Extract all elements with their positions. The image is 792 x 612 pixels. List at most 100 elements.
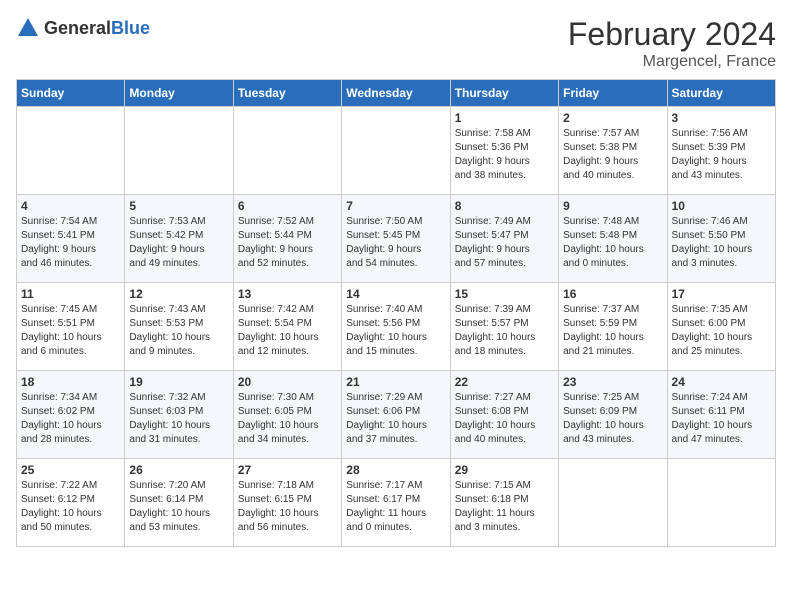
logo-text: GeneralBlue bbox=[44, 18, 150, 39]
day-number: 29 bbox=[455, 463, 554, 477]
day-cell: 5 Sunrise: 7:53 AM Sunset: 5:42 PM Daylig… bbox=[125, 195, 233, 283]
day-cell: 27 Sunrise: 7:18 AM Sunset: 6:15 PM Dayli… bbox=[233, 459, 341, 547]
day-number: 15 bbox=[455, 287, 554, 301]
day-cell bbox=[125, 107, 233, 195]
header-cell-wednesday: Wednesday bbox=[342, 80, 450, 107]
day-info: Sunrise: 7:22 AM Sunset: 6:12 PM Dayligh… bbox=[21, 479, 120, 535]
day-number: 21 bbox=[346, 375, 445, 389]
day-number: 8 bbox=[455, 199, 554, 213]
day-info: Sunrise: 7:54 AM Sunset: 5:41 PM Dayligh… bbox=[21, 215, 120, 271]
day-cell bbox=[17, 107, 125, 195]
day-info: Sunrise: 7:29 AM Sunset: 6:06 PM Dayligh… bbox=[346, 391, 445, 447]
day-cell: 10Sunrise: 7:46 AM Sunset: 5:50 PM Dayli… bbox=[667, 195, 775, 283]
logo-icon bbox=[16, 16, 40, 40]
day-info: Sunrise: 7:30 AM Sunset: 6:05 PM Dayligh… bbox=[238, 391, 337, 447]
day-info: Sunrise: 7:58 AM Sunset: 5:36 PM Dayligh… bbox=[455, 127, 554, 183]
day-cell: 23 Sunrise: 7:25 AM Sunset: 6:09 PM Dayli… bbox=[559, 371, 667, 459]
logo-blue: Blue bbox=[111, 18, 150, 38]
day-cell: 16 Sunrise: 7:37 AM Sunset: 5:59 PM Dayli… bbox=[559, 283, 667, 371]
day-number: 11 bbox=[21, 287, 120, 301]
day-info: Sunrise: 7:18 AM Sunset: 6:15 PM Dayligh… bbox=[238, 479, 337, 535]
day-number: 6 bbox=[238, 199, 337, 213]
day-info: Sunrise: 7:32 AM Sunset: 6:03 PM Dayligh… bbox=[129, 391, 228, 447]
day-number: 27 bbox=[238, 463, 337, 477]
day-info: Sunrise: 7:25 AM Sunset: 6:09 PM Dayligh… bbox=[563, 391, 662, 447]
day-cell: 21 Sunrise: 7:29 AM Sunset: 6:06 PM Dayli… bbox=[342, 371, 450, 459]
header-row: SundayMondayTuesdayWednesdayThursdayFrid… bbox=[17, 80, 776, 107]
day-info: Sunrise: 7:27 AM Sunset: 6:08 PM Dayligh… bbox=[455, 391, 554, 447]
day-cell bbox=[233, 107, 341, 195]
day-number: 3 bbox=[672, 111, 771, 125]
day-cell: 2Sunrise: 7:57 AM Sunset: 5:38 PM Daylig… bbox=[559, 107, 667, 195]
day-cell: 19 Sunrise: 7:32 AM Sunset: 6:03 PM Dayli… bbox=[125, 371, 233, 459]
day-cell: 13 Sunrise: 7:42 AM Sunset: 5:54 PM Dayli… bbox=[233, 283, 341, 371]
day-number: 4 bbox=[21, 199, 120, 213]
day-cell bbox=[559, 459, 667, 547]
day-info: Sunrise: 7:52 AM Sunset: 5:44 PM Dayligh… bbox=[238, 215, 337, 271]
week-row-3: 11 Sunrise: 7:45 AM Sunset: 5:51 PM Dayli… bbox=[17, 283, 776, 371]
day-cell: 26 Sunrise: 7:20 AM Sunset: 6:14 PM Dayli… bbox=[125, 459, 233, 547]
day-number: 5 bbox=[129, 199, 228, 213]
day-info: Sunrise: 7:56 AM Sunset: 5:39 PM Dayligh… bbox=[672, 127, 771, 183]
day-number: 13 bbox=[238, 287, 337, 301]
day-cell: 8Sunrise: 7:49 AM Sunset: 5:47 PM Daylig… bbox=[450, 195, 558, 283]
day-number: 19 bbox=[129, 375, 228, 389]
day-info: Sunrise: 7:24 AM Sunset: 6:11 PM Dayligh… bbox=[672, 391, 771, 447]
day-info: Sunrise: 7:34 AM Sunset: 6:02 PM Dayligh… bbox=[21, 391, 120, 447]
week-row-5: 25 Sunrise: 7:22 AM Sunset: 6:12 PM Dayli… bbox=[17, 459, 776, 547]
calendar-body: 1 Sunrise: 7:58 AM Sunset: 5:36 PM Daylig… bbox=[17, 107, 776, 547]
header-cell-monday: Monday bbox=[125, 80, 233, 107]
day-number: 24 bbox=[672, 375, 771, 389]
day-cell: 3 Sunrise: 7:56 AM Sunset: 5:39 PM Daylig… bbox=[667, 107, 775, 195]
day-number: 1 bbox=[455, 111, 554, 125]
day-cell: 12Sunrise: 7:43 AM Sunset: 5:53 PM Dayli… bbox=[125, 283, 233, 371]
day-info: Sunrise: 7:39 AM Sunset: 5:57 PM Dayligh… bbox=[455, 303, 554, 359]
day-cell: 4 Sunrise: 7:54 AM Sunset: 5:41 PM Daylig… bbox=[17, 195, 125, 283]
calendar-header: SundayMondayTuesdayWednesdayThursdayFrid… bbox=[17, 80, 776, 107]
day-info: Sunrise: 7:53 AM Sunset: 5:42 PM Dayligh… bbox=[129, 215, 228, 271]
day-number: 14 bbox=[346, 287, 445, 301]
day-cell bbox=[342, 107, 450, 195]
calendar-table: SundayMondayTuesdayWednesdayThursdayFrid… bbox=[16, 79, 776, 547]
day-cell: 18 Sunrise: 7:34 AM Sunset: 6:02 PM Dayli… bbox=[17, 371, 125, 459]
day-number: 26 bbox=[129, 463, 228, 477]
day-number: 17 bbox=[672, 287, 771, 301]
day-number: 22 bbox=[455, 375, 554, 389]
header-cell-tuesday: Tuesday bbox=[233, 80, 341, 107]
week-row-4: 18 Sunrise: 7:34 AM Sunset: 6:02 PM Dayli… bbox=[17, 371, 776, 459]
day-info: Sunrise: 7:42 AM Sunset: 5:54 PM Dayligh… bbox=[238, 303, 337, 359]
day-cell: 1 Sunrise: 7:58 AM Sunset: 5:36 PM Daylig… bbox=[450, 107, 558, 195]
day-number: 18 bbox=[21, 375, 120, 389]
day-cell: 17 Sunrise: 7:35 AM Sunset: 6:00 PM Dayli… bbox=[667, 283, 775, 371]
calendar-subtitle: Margencel, France bbox=[568, 53, 776, 71]
day-cell: 7Sunrise: 7:50 AM Sunset: 5:45 PM Daylig… bbox=[342, 195, 450, 283]
day-number: 16 bbox=[563, 287, 662, 301]
day-info: Sunrise: 7:20 AM Sunset: 6:14 PM Dayligh… bbox=[129, 479, 228, 535]
day-number: 9 bbox=[563, 199, 662, 213]
logo-general: General bbox=[44, 18, 111, 38]
title-block: February 2024 Margencel, France bbox=[568, 16, 776, 71]
day-cell: 6 Sunrise: 7:52 AM Sunset: 5:44 PM Daylig… bbox=[233, 195, 341, 283]
day-info: Sunrise: 7:46 AM Sunset: 5:50 PM Dayligh… bbox=[672, 215, 771, 271]
header-cell-thursday: Thursday bbox=[450, 80, 558, 107]
page-header: GeneralBlue February 2024 Margencel, Fra… bbox=[16, 16, 776, 71]
day-number: 25 bbox=[21, 463, 120, 477]
header-cell-saturday: Saturday bbox=[667, 80, 775, 107]
day-info: Sunrise: 7:35 AM Sunset: 6:00 PM Dayligh… bbox=[672, 303, 771, 359]
day-cell: 22 Sunrise: 7:27 AM Sunset: 6:08 PM Dayli… bbox=[450, 371, 558, 459]
day-info: Sunrise: 7:45 AM Sunset: 5:51 PM Dayligh… bbox=[21, 303, 120, 359]
day-number: 23 bbox=[563, 375, 662, 389]
header-cell-sunday: Sunday bbox=[17, 80, 125, 107]
day-info: Sunrise: 7:15 AM Sunset: 6:18 PM Dayligh… bbox=[455, 479, 554, 535]
day-info: Sunrise: 7:57 AM Sunset: 5:38 PM Dayligh… bbox=[563, 127, 662, 183]
day-number: 7 bbox=[346, 199, 445, 213]
week-row-1: 1 Sunrise: 7:58 AM Sunset: 5:36 PM Daylig… bbox=[17, 107, 776, 195]
day-number: 12 bbox=[129, 287, 228, 301]
week-row-2: 4 Sunrise: 7:54 AM Sunset: 5:41 PM Daylig… bbox=[17, 195, 776, 283]
day-info: Sunrise: 7:37 AM Sunset: 5:59 PM Dayligh… bbox=[563, 303, 662, 359]
day-cell: 25 Sunrise: 7:22 AM Sunset: 6:12 PM Dayli… bbox=[17, 459, 125, 547]
header-cell-friday: Friday bbox=[559, 80, 667, 107]
day-info: Sunrise: 7:48 AM Sunset: 5:48 PM Dayligh… bbox=[563, 215, 662, 271]
day-cell: 28Sunrise: 7:17 AM Sunset: 6:17 PM Dayli… bbox=[342, 459, 450, 547]
day-cell bbox=[667, 459, 775, 547]
